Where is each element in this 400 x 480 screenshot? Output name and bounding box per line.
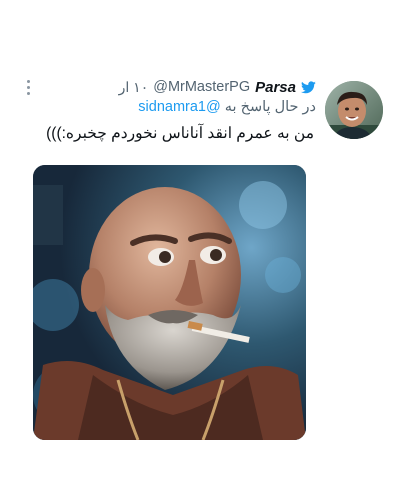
tweet-media-image[interactable]	[33, 165, 306, 440]
photo-of-bald-bearded-man-icon	[33, 165, 306, 440]
timestamp[interactable]: ۱۰ ار	[119, 79, 149, 96]
reply-prefix: در حال پاسخ به	[224, 99, 316, 115]
tweet-header: Parsa @MrMasterPG ۱۰ ار	[119, 76, 316, 98]
tweet-card[interactable]: Parsa @MrMasterPG ۱۰ ار در حال پاسخ به @…	[0, 0, 400, 480]
avatar[interactable]	[325, 81, 383, 139]
replying-to: در حال پاسخ به @sidnamra1	[138, 99, 316, 115]
profile-photo-icon	[325, 81, 383, 139]
reply-mention-link[interactable]: @sidnamra1	[138, 99, 220, 115]
twitter-bird-icon	[301, 80, 316, 93]
tweet-text: من به عمرم انقد آناناس نخوردم چخبره:)))	[46, 125, 314, 142]
display-name[interactable]: Parsa	[255, 79, 296, 96]
user-handle[interactable]: @MrMasterPG	[153, 79, 250, 95]
page: Parsa @MrMasterPG ۱۰ ار در حال پاسخ به @…	[0, 0, 400, 480]
more-options-icon[interactable]	[25, 80, 31, 98]
